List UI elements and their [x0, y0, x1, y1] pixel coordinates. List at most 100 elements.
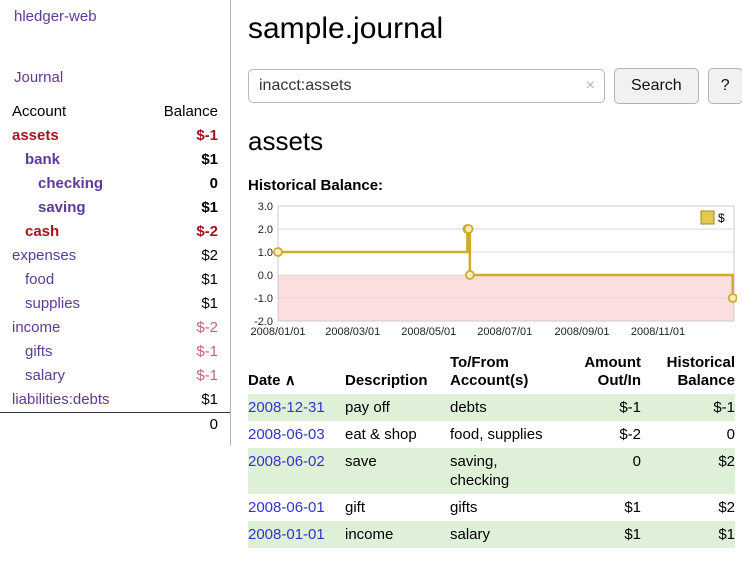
transaction-balance: $2 — [641, 448, 735, 494]
x-tick-label: 2008/03/01 — [325, 326, 380, 338]
nav-journal-link[interactable]: Journal — [14, 69, 230, 86]
account-name-cell: checking — [0, 172, 143, 196]
account-link[interactable]: income — [12, 319, 60, 336]
account-row: expenses $2 — [0, 244, 230, 268]
account-balance: $1 — [143, 268, 230, 292]
account-link[interactable]: bank — [25, 151, 60, 168]
account-balance: $1 — [143, 292, 230, 316]
register-header-date-label: Date — [248, 372, 281, 389]
account-link[interactable]: assets — [12, 127, 59, 144]
transaction-date-cell: 2008-06-03 — [248, 421, 345, 448]
y-tick-label: 3.0 — [258, 201, 273, 213]
x-tick-label: 2008/09/01 — [554, 326, 609, 338]
accounts-table-body: assets$-1bank$1checking0saving$1cash$-2e… — [0, 124, 230, 413]
transaction-accounts: salary — [450, 521, 564, 548]
data-point-marker — [466, 271, 474, 279]
register-row: 2008-06-02savesaving, checking0$2 — [248, 448, 735, 494]
legend-swatch — [701, 211, 714, 224]
account-name-cell: cash — [0, 220, 143, 244]
y-tick-label: 2.0 — [258, 224, 273, 236]
x-tick-label: 2008/11/01 — [631, 326, 685, 338]
clear-search-icon[interactable]: × — [586, 77, 595, 95]
transaction-date-cell: 2008-06-01 — [248, 494, 345, 521]
transaction-amount: $1 — [564, 521, 641, 548]
data-point-marker — [274, 248, 282, 256]
account-row: supplies $1 — [0, 292, 230, 316]
account-name-cell: liabilities:debts — [0, 388, 143, 413]
register-table-body: 2008-12-31pay offdebts$-1$-12008-06-03ea… — [248, 394, 735, 548]
account-link[interactable]: salary — [25, 367, 65, 384]
account-link[interactable]: checking — [38, 175, 103, 192]
account-balance: $2 — [143, 244, 230, 268]
account-row: salary $-1 — [0, 364, 230, 388]
account-balance: $-2 — [143, 220, 230, 244]
register-table: Date ∧ Description To/From Account(s) Am… — [248, 352, 735, 548]
account-link[interactable]: liabilities:debts — [12, 391, 110, 408]
search-button[interactable]: Search — [614, 68, 699, 104]
transaction-balance: $2 — [641, 494, 735, 521]
account-link[interactable]: cash — [25, 223, 59, 240]
account-name-cell: salary — [0, 364, 143, 388]
balance-chart: 3.02.01.00.0-1.0-2.02008/01/012008/03/01… — [248, 200, 737, 340]
account-row: bank $1 — [0, 148, 230, 172]
y-tick-label: 1.0 — [258, 247, 273, 259]
transaction-date-link[interactable]: 2008-06-01 — [248, 499, 325, 516]
register-header-date[interactable]: Date ∧ — [248, 352, 345, 394]
transaction-date-link[interactable]: 2008-01-01 — [248, 526, 325, 543]
accounts-header-balance: Balance — [143, 100, 230, 124]
account-name-cell: expenses — [0, 244, 143, 268]
register-row: 2008-06-01 giftgifts$1$2 — [248, 494, 735, 521]
transaction-balance: 0 — [641, 421, 735, 448]
register-header-balance: Historical Balance — [641, 352, 735, 394]
x-tick-label: 2008/01/01 — [250, 326, 305, 338]
account-row: saving $1 — [0, 196, 230, 220]
account-row: food $1 — [0, 268, 230, 292]
account-name-cell: supplies — [0, 292, 143, 316]
sort-asc-icon: ∧ — [285, 372, 296, 389]
account-link[interactable]: saving — [38, 199, 86, 216]
transaction-accounts: food, supplies — [450, 421, 564, 448]
account-link[interactable]: gifts — [25, 343, 53, 360]
transaction-balance: $1 — [641, 521, 735, 548]
account-row: income$-2 — [0, 316, 230, 340]
transaction-date-cell: 2008-01-01 — [248, 521, 345, 548]
main-content: sample.journal × Search ? assets Histori… — [248, 0, 742, 548]
chart-legend-label: $ — [718, 211, 725, 225]
account-name-cell: bank — [0, 148, 143, 172]
account-link[interactable]: food — [25, 271, 54, 288]
transaction-amount: 0 — [564, 448, 641, 494]
register-account-heading: assets — [248, 126, 742, 157]
account-name-cell: assets — [0, 124, 143, 148]
app-title-link[interactable]: hledger-web — [14, 8, 230, 25]
help-button[interactable]: ? — [708, 68, 742, 104]
transaction-amount: $1 — [564, 494, 641, 521]
account-balance: 0 — [143, 172, 230, 196]
y-tick-label: 0.0 — [258, 270, 273, 282]
transaction-description: income — [345, 521, 450, 548]
transaction-accounts: gifts — [450, 494, 564, 521]
accounts-header-row: Account Balance — [0, 100, 230, 124]
transaction-date-link[interactable]: 2008-06-02 — [248, 453, 325, 470]
account-link[interactable]: supplies — [25, 295, 80, 312]
transaction-accounts: saving, checking — [450, 448, 564, 494]
transaction-description: gift — [345, 494, 450, 521]
x-tick-label: 2008/07/01 — [477, 326, 532, 338]
register-row: 2008-01-01incomesalary$1$1 — [248, 521, 735, 548]
transaction-date-link[interactable]: 2008-12-31 — [248, 399, 325, 416]
transaction-amount: $-2 — [564, 421, 641, 448]
y-tick-label: -1.0 — [254, 293, 273, 305]
x-tick-label: 2008/05/01 — [401, 326, 456, 338]
account-link[interactable]: expenses — [12, 247, 76, 264]
register-row: 2008-12-31pay offdebts$-1$-1 — [248, 394, 735, 421]
account-row: cash $-2 — [0, 220, 230, 244]
transaction-date-cell: 2008-12-31 — [248, 394, 345, 421]
account-balance: $-1 — [143, 364, 230, 388]
register-header-description: Description — [345, 352, 450, 394]
register-header-accounts: To/From Account(s) — [450, 352, 564, 394]
data-point-marker — [465, 225, 473, 233]
accounts-header-account: Account — [0, 100, 143, 124]
account-balance: $1 — [143, 148, 230, 172]
transaction-date-link[interactable]: 2008-06-03 — [248, 426, 325, 443]
account-balance: $1 — [143, 196, 230, 220]
search-input[interactable] — [248, 69, 605, 103]
